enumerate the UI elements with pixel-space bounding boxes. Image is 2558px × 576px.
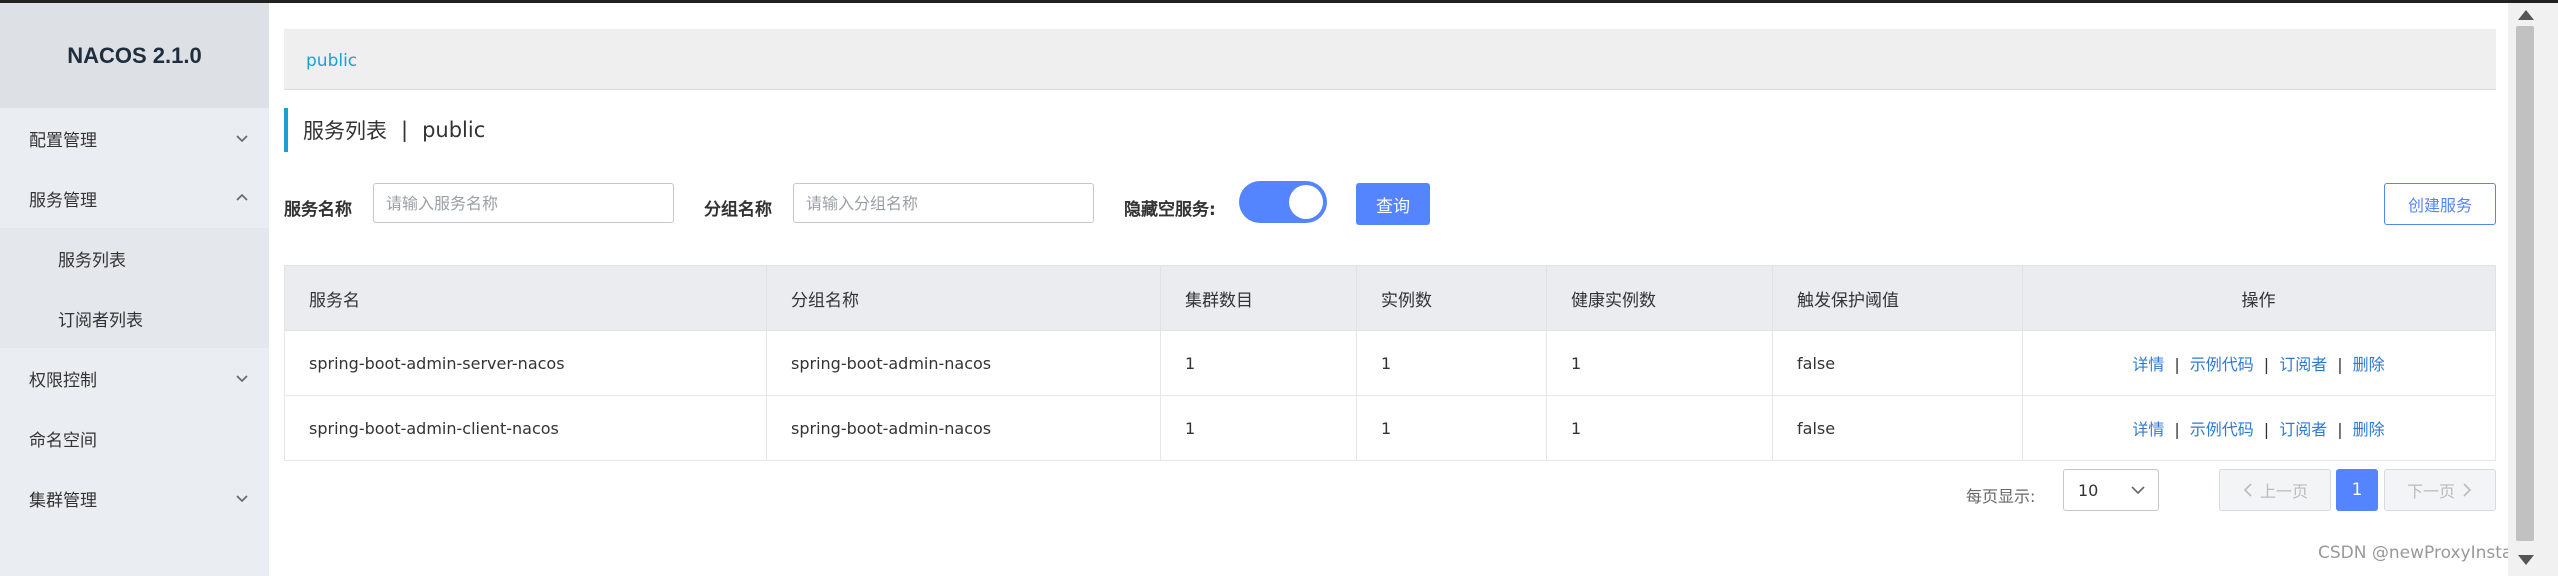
sidebar-item-namespace[interactable]: 命名空间 xyxy=(0,408,269,468)
action-separator: | xyxy=(2174,355,2180,374)
scroll-up-arrow-icon[interactable] xyxy=(2518,10,2534,20)
column-header: 分组名称 xyxy=(766,265,1161,331)
cell-group-name: spring-boot-admin-nacos xyxy=(766,395,1161,461)
cell-actions: 详情 | 示例代码 | 订阅者 | 删除 xyxy=(2022,330,2496,396)
page-number-current[interactable]: 1 xyxy=(2336,469,2378,511)
subscriber-link[interactable]: 订阅者 xyxy=(2279,355,2327,374)
action-separator: | xyxy=(2337,355,2343,374)
prev-page-label: 上一页 xyxy=(2259,482,2308,501)
action-separator: | xyxy=(2337,420,2343,439)
sample-code-link[interactable]: 示例代码 xyxy=(2190,420,2254,439)
column-header: 集群数目 xyxy=(1160,265,1357,331)
column-header: 健康实例数 xyxy=(1546,265,1773,331)
sidebar-item-subscriber-list[interactable]: 订阅者列表 xyxy=(0,288,269,348)
scroll-down-arrow-icon[interactable] xyxy=(2518,555,2534,565)
cell-service-name: spring-boot-admin-server-nacos xyxy=(284,330,767,396)
chevron-down-icon xyxy=(236,135,248,143)
query-button[interactable]: 查询 xyxy=(1356,183,1430,225)
cell-cluster-count: 1 xyxy=(1160,330,1357,396)
service-name-label: 服务名称 xyxy=(284,200,352,220)
cell-protect-threshold: false xyxy=(1772,395,2023,461)
column-header: 触发保护阈值 xyxy=(1772,265,2023,331)
next-page-button[interactable]: 下一页 xyxy=(2384,469,2496,511)
per-page-value: 10 xyxy=(2078,481,2099,500)
chevron-down-icon xyxy=(2131,486,2145,495)
action-separator: | xyxy=(2263,420,2270,439)
cell-service-name: spring-boot-admin-client-nacos xyxy=(284,395,767,461)
sidebar-item-label: 命名空间 xyxy=(29,430,97,451)
page-title-namespace: public xyxy=(422,118,486,142)
next-page-label: 下一页 xyxy=(2406,482,2455,501)
detail-link[interactable]: 详情 xyxy=(2132,355,2164,374)
create-service-button[interactable]: 创建服务 xyxy=(2384,183,2496,225)
group-name-input[interactable] xyxy=(793,183,1094,223)
service-table: 服务名 分组名称 集群数目 实例数 健康实例数 触发保护阈值 操作 spring… xyxy=(284,265,2496,461)
group-name-label: 分组名称 xyxy=(704,200,772,220)
cell-healthy-count: 1 xyxy=(1546,395,1773,461)
sidebar-item-access-control[interactable]: 权限控制 xyxy=(0,348,269,408)
cell-protect-threshold: false xyxy=(1772,330,2023,396)
chevron-up-icon xyxy=(236,193,248,201)
cell-instance-count: 1 xyxy=(1356,395,1547,461)
sidebar-item-config-management[interactable]: 配置管理 xyxy=(0,108,269,168)
hide-empty-toggle[interactable] xyxy=(1239,181,1327,223)
chevron-left-icon xyxy=(2243,483,2252,497)
app-logo: NACOS 2.1.0 xyxy=(0,3,269,108)
action-separator: | xyxy=(2263,355,2270,374)
main-content: public 服务列表 | public 服务名称 分组名称 隐藏空服务: 查询… xyxy=(269,3,2508,576)
table-row: spring-boot-admin-client-nacos spring-bo… xyxy=(284,395,2496,461)
hide-empty-label: 隐藏空服务: xyxy=(1124,200,1216,220)
cell-instance-count: 1 xyxy=(1356,330,1547,396)
column-header: 实例数 xyxy=(1356,265,1547,331)
cell-cluster-count: 1 xyxy=(1160,395,1357,461)
page-title-separator: | xyxy=(401,118,409,142)
sidebar: NACOS 2.1.0 配置管理 服务管理 服务列表 订阅者列表 权限控制 命名… xyxy=(0,3,269,576)
sidebar-item-label: 配置管理 xyxy=(29,130,97,151)
breadcrumb-bar: public xyxy=(284,29,2496,90)
subscriber-link[interactable]: 订阅者 xyxy=(2279,420,2327,439)
sidebar-item-label: 集群管理 xyxy=(29,490,97,511)
chevron-down-icon xyxy=(236,375,248,383)
sidebar-item-cluster-management[interactable]: 集群管理 xyxy=(0,468,269,528)
sidebar-item-service-list[interactable]: 服务列表 xyxy=(0,228,269,288)
table-row: spring-boot-admin-server-nacos spring-bo… xyxy=(284,330,2496,396)
detail-link[interactable]: 详情 xyxy=(2132,420,2164,439)
sample-code-link[interactable]: 示例代码 xyxy=(2190,355,2254,374)
chevron-right-icon xyxy=(2463,483,2472,497)
cell-group-name: spring-boot-admin-nacos xyxy=(766,330,1161,396)
per-page-label: 每页显示: xyxy=(1966,487,2036,506)
scrollbar-thumb[interactable] xyxy=(2516,26,2534,541)
table-header-row: 服务名 分组名称 集群数目 实例数 健康实例数 触发保护阈值 操作 xyxy=(284,265,2496,331)
column-header: 操作 xyxy=(2022,265,2496,331)
delete-link[interactable]: 删除 xyxy=(2353,420,2385,439)
page-title: 服务列表 | public xyxy=(284,108,485,152)
cell-healthy-count: 1 xyxy=(1546,330,1773,396)
toggle-knob xyxy=(1289,185,1323,219)
sidebar-item-label: 权限控制 xyxy=(29,370,97,391)
breadcrumb-namespace[interactable]: public xyxy=(306,51,357,71)
page-title-text: 服务列表 xyxy=(303,119,387,143)
delete-link[interactable]: 删除 xyxy=(2353,355,2385,374)
action-separator: | xyxy=(2174,420,2180,439)
sidebar-item-service-management[interactable]: 服务管理 xyxy=(0,168,269,228)
cell-actions: 详情 | 示例代码 | 订阅者 | 删除 xyxy=(2022,395,2496,461)
per-page-select[interactable]: 10 xyxy=(2063,469,2159,511)
sidebar-item-label: 服务管理 xyxy=(29,190,97,211)
sidebar-item-label: 服务列表 xyxy=(58,250,126,271)
sidebar-item-label: 订阅者列表 xyxy=(58,310,143,331)
prev-page-button[interactable]: 上一页 xyxy=(2219,469,2331,511)
column-header: 服务名 xyxy=(284,265,767,331)
service-name-input[interactable] xyxy=(373,183,674,223)
chevron-down-icon xyxy=(236,495,248,503)
